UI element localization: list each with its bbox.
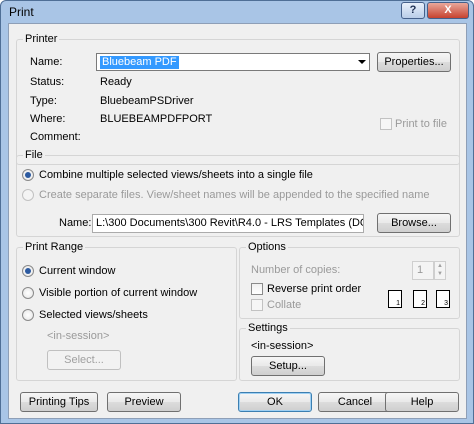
collate-page-icon: 2: [413, 290, 427, 308]
collate-label: Collate: [267, 299, 302, 311]
help-title-button[interactable]: ?: [401, 2, 425, 19]
collate-checkbox[interactable]: [251, 299, 263, 311]
where-value: BLUEBEAMPDFPORT: [100, 113, 213, 125]
status-label: Status:: [30, 76, 65, 88]
where-label: Where:: [30, 113, 66, 125]
settings-group-label: Settings: [246, 322, 290, 334]
chevron-down-icon: [358, 60, 366, 64]
reverse-order-checkbox[interactable]: [251, 283, 263, 295]
help-button[interactable]: Help: [385, 392, 459, 412]
collate-page-icon: 1: [388, 290, 402, 308]
close-button[interactable]: X: [427, 2, 469, 19]
combine-files-radio[interactable]: [22, 169, 34, 181]
file-group-label: File: [23, 149, 45, 161]
print-to-file-checkbox[interactable]: [380, 118, 392, 130]
window-title: Print: [9, 5, 34, 19]
printing-tips-button[interactable]: Printing Tips: [20, 392, 98, 412]
print-dialog: Print ? X Printer Name: Bluebeam PDF Pro…: [0, 0, 474, 424]
print-range-session-text: <in-session>: [47, 330, 110, 342]
collate-page-icon: 3: [436, 290, 450, 308]
select-button[interactable]: Select...: [47, 350, 121, 370]
printer-group: Printer Name: Bluebeam PDF Properties...…: [16, 33, 460, 165]
print-range-group: Print Range Current window Visible porti…: [16, 241, 237, 381]
ok-button[interactable]: OK: [238, 392, 312, 412]
copies-label: Number of copies:: [251, 264, 341, 276]
selected-views-label: Selected views/sheets: [39, 309, 148, 321]
file-group: File Combine multiple selected views/she…: [16, 149, 460, 237]
spin-up-icon[interactable]: ▲: [435, 262, 445, 270]
properties-button[interactable]: Properties...: [377, 52, 451, 72]
comment-label: Comment:: [30, 131, 81, 143]
printer-name-label: Name:: [30, 56, 63, 68]
copies-input[interactable]: 1: [412, 261, 434, 280]
print-to-file-label: Print to file: [395, 118, 447, 130]
printer-name-select[interactable]: Bluebeam PDF: [96, 53, 370, 71]
combine-files-label: Combine multiple selected views/sheets i…: [39, 169, 313, 181]
preview-button[interactable]: Preview: [107, 392, 181, 412]
title-bar[interactable]: Print ? X: [1, 1, 473, 22]
status-value: Ready: [100, 76, 132, 88]
current-window-label: Current window: [39, 265, 116, 277]
visible-portion-radio[interactable]: [22, 287, 34, 299]
selected-views-radio[interactable]: [22, 309, 34, 321]
settings-session-text: <in-session>: [251, 340, 314, 352]
visible-portion-label: Visible portion of current window: [39, 287, 198, 299]
printer-group-label: Printer: [23, 33, 60, 45]
type-label: Type:: [30, 95, 57, 107]
settings-group: Settings <in-session> Setup...: [239, 322, 460, 381]
options-group-label: Options: [246, 241, 288, 253]
spin-down-icon[interactable]: ▼: [435, 270, 445, 278]
browse-button[interactable]: Browse...: [377, 213, 451, 233]
print-range-group-label: Print Range: [23, 241, 86, 253]
separate-files-radio[interactable]: [22, 189, 34, 201]
copies-spinner[interactable]: ▲ ▼: [434, 261, 446, 280]
reverse-order-label: Reverse print order: [267, 283, 362, 295]
printer-name-value: Bluebeam PDF: [100, 56, 179, 69]
options-group: Options Number of copies: 1 ▲ ▼ Reverse …: [239, 241, 460, 319]
type-value: BluebeamPSDriver: [100, 95, 194, 107]
cancel-button[interactable]: Cancel: [318, 392, 392, 412]
current-window-radio[interactable]: [22, 265, 34, 277]
separate-files-label: Create separate files. View/sheet names …: [39, 189, 430, 201]
dialog-body: Printer Name: Bluebeam PDF Properties...…: [8, 23, 467, 419]
file-name-label: Name:: [59, 217, 92, 229]
file-name-input[interactable]: L:\300 Documents\300 Revit\R4.0 - LRS Te…: [92, 214, 364, 233]
setup-button[interactable]: Setup...: [251, 356, 325, 376]
